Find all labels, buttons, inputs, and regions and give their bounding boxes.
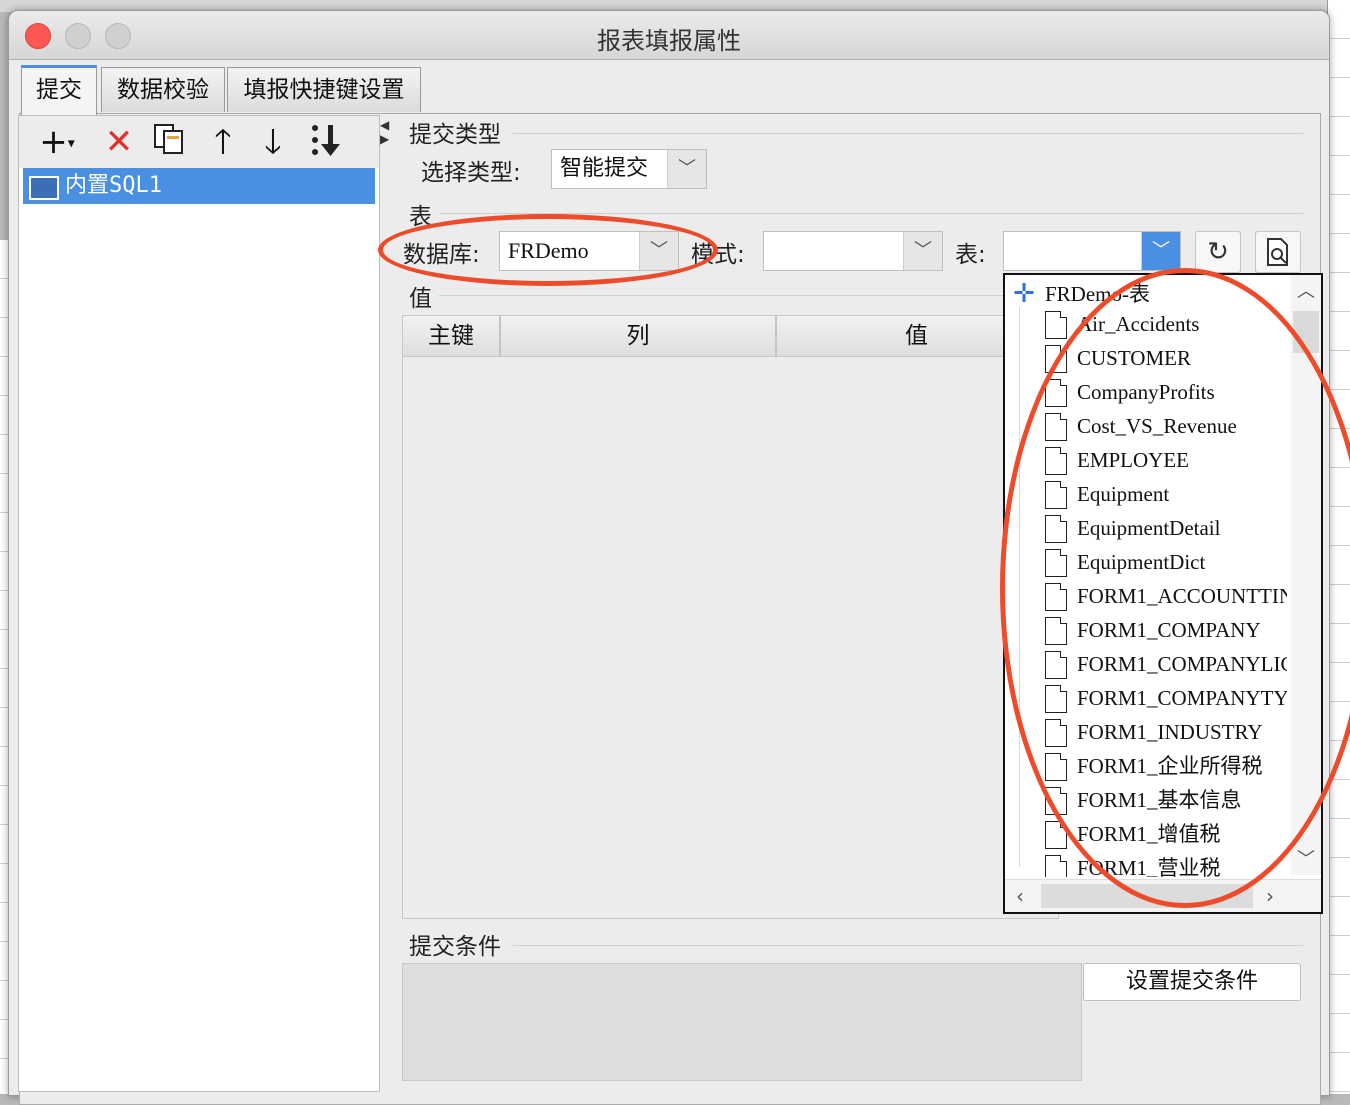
- table-icon: [1045, 617, 1067, 645]
- tab-submit[interactable]: 提交: [21, 65, 97, 116]
- table-option[interactable]: FORM1_营业税: [1045, 851, 1287, 877]
- submit-type-value: 智能提交: [560, 156, 649, 181]
- table-icon: [1045, 345, 1067, 373]
- sql-list-toolbar: +▾ ✕ 🡑 🡓: [19, 116, 379, 168]
- separator: [513, 945, 1303, 946]
- builtin-sql-icon: [29, 176, 59, 200]
- sql-list-panel: +▾ ✕ 🡑 🡓 内置SQL1: [18, 115, 380, 1092]
- horizontal-scrollbar[interactable]: ‹ ›: [1005, 879, 1321, 912]
- separator: [513, 133, 1303, 134]
- table-option[interactable]: Equipment: [1045, 477, 1287, 511]
- sql-item-label: 内置SQL1: [65, 173, 162, 198]
- table-icon: [1045, 515, 1067, 543]
- scroll-down-icon[interactable]: ﹀: [1291, 845, 1321, 875]
- table-select[interactable]: ﹀: [1003, 231, 1181, 271]
- table-option[interactable]: FORM1_ACCOUNTTINGS: [1045, 579, 1287, 613]
- horizontal-scroll-thumb[interactable]: [1041, 884, 1253, 908]
- column-header-column[interactable]: 列: [501, 316, 777, 356]
- tab-data-validation[interactable]: 数据校验: [101, 67, 225, 112]
- chevron-down-icon[interactable]: ﹀: [1141, 232, 1180, 270]
- copy-icon[interactable]: [149, 122, 189, 162]
- table-option[interactable]: FORM1_增值税: [1045, 817, 1287, 851]
- value-table-header: 主键 列 值: [403, 316, 1058, 357]
- table-label: 表:: [955, 242, 986, 268]
- tab-fill-shortcut-settings[interactable]: 填报快捷键设置: [227, 67, 421, 112]
- table-option[interactable]: FORM1_COMPANY: [1045, 613, 1287, 647]
- move-up-icon[interactable]: 🡑: [203, 122, 243, 162]
- table-section-title: 表: [409, 204, 432, 230]
- table-option[interactable]: EMPLOYEE: [1045, 443, 1287, 477]
- move-bottom-icon[interactable]: [305, 122, 349, 162]
- table-icon: [1045, 753, 1067, 781]
- add-icon[interactable]: +▾: [33, 122, 81, 162]
- table-option[interactable]: Cost_VS_Revenue: [1045, 409, 1287, 443]
- window-title: 报表填报属性: [597, 27, 741, 55]
- table-icon: [1045, 787, 1067, 815]
- schema-label: 模式:: [691, 242, 745, 268]
- table-option[interactable]: FORM1_基本信息: [1045, 783, 1287, 817]
- table-icon: [1045, 311, 1067, 339]
- chevron-down-icon[interactable]: ﹀: [903, 232, 942, 270]
- submit-type-title: 提交类型: [409, 122, 501, 148]
- table-list: Air_Accidents CUSTOMER CompanyProfits Co…: [1045, 307, 1287, 877]
- chevron-down-icon[interactable]: ﹀: [667, 150, 706, 188]
- separator: [439, 213, 1303, 214]
- scroll-right-icon[interactable]: ›: [1255, 880, 1285, 912]
- table-icon: [1045, 651, 1067, 679]
- scroll-up-icon[interactable]: ︿: [1291, 277, 1321, 307]
- database-label: 数据库:: [403, 242, 480, 268]
- schema-select[interactable]: ﹀: [763, 231, 943, 271]
- table-icon: [1045, 685, 1067, 713]
- table-option[interactable]: FORM1_INDUSTRY: [1045, 715, 1287, 749]
- vertical-scroll-thumb[interactable]: [1293, 311, 1319, 353]
- preview-table-icon[interactable]: [1255, 231, 1301, 273]
- table-option[interactable]: FORM1_COMPANYTYPE: [1045, 681, 1287, 715]
- table-icon: [1045, 855, 1067, 877]
- table-option[interactable]: CUSTOMER: [1045, 341, 1287, 375]
- refresh-icon[interactable]: ↻: [1195, 231, 1241, 273]
- table-icon: [1045, 719, 1067, 747]
- table-option[interactable]: EquipmentDict: [1045, 545, 1287, 579]
- delete-icon[interactable]: ✕: [99, 122, 139, 162]
- scroll-left-icon[interactable]: ‹: [1005, 880, 1035, 912]
- table-icon: [1045, 379, 1067, 407]
- sql-list-item[interactable]: 内置SQL1: [23, 168, 375, 204]
- table-option[interactable]: FORM1_COMPANYLICEN: [1045, 647, 1287, 681]
- table-icon: [1045, 481, 1067, 509]
- table-dropdown-popup: ✛ FRDemo-表 Air_Accidents CUSTOMER Compan…: [1003, 273, 1323, 914]
- set-submit-condition-button[interactable]: 设置提交条件: [1083, 963, 1301, 1001]
- table-icon: [1045, 447, 1067, 475]
- column-header-primary-key[interactable]: 主键: [403, 316, 501, 356]
- splitter-handle[interactable]: ◀ ▶: [380, 118, 389, 158]
- submit-type-select[interactable]: 智能提交 ﹀: [551, 149, 707, 189]
- tree-root-label: FRDemo-表: [1045, 282, 1150, 306]
- expand-plus-icon[interactable]: ✛: [1013, 281, 1035, 307]
- table-option[interactable]: EquipmentDetail: [1045, 511, 1287, 545]
- database-select[interactable]: FRDemo ﹀: [499, 231, 679, 271]
- table-option[interactable]: FORM1_企业所得税: [1045, 749, 1287, 783]
- background-sheet-right: [1327, 0, 1350, 1094]
- move-down-icon[interactable]: 🡓: [253, 122, 293, 162]
- table-icon: [1045, 583, 1067, 611]
- tree-guide-line: [1019, 307, 1020, 867]
- select-type-label: 选择类型:: [421, 160, 521, 186]
- submit-condition-display: [402, 963, 1082, 1081]
- value-table: 主键 列 值: [402, 315, 1059, 919]
- value-section-title: 值: [409, 286, 432, 312]
- condition-section-title: 提交条件: [409, 934, 501, 960]
- database-value: FRDemo: [508, 238, 589, 263]
- table-option[interactable]: Air_Accidents: [1045, 307, 1287, 341]
- vertical-scrollbar[interactable]: ︿ ﹀: [1291, 275, 1321, 875]
- table-icon: [1045, 413, 1067, 441]
- title-bar: 报表填报属性: [9, 11, 1329, 60]
- table-option[interactable]: CompanyProfits: [1045, 375, 1287, 409]
- table-icon: [1045, 821, 1067, 849]
- chevron-down-icon[interactable]: ﹀: [639, 232, 678, 270]
- table-icon: [1045, 549, 1067, 577]
